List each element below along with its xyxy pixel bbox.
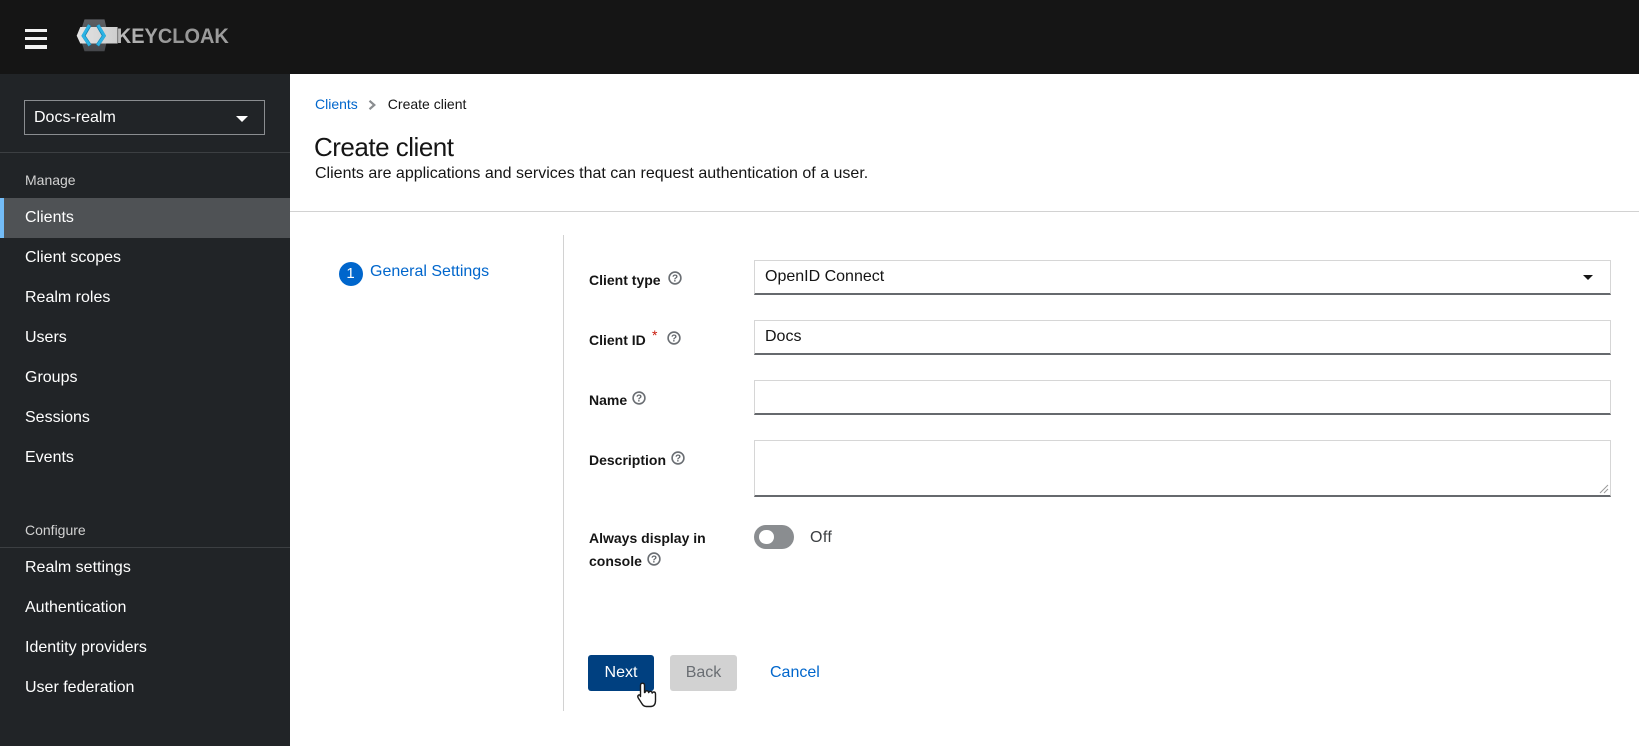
svg-text:?: ?	[672, 274, 678, 285]
svg-text:?: ?	[651, 555, 657, 566]
svg-text:?: ?	[675, 454, 681, 465]
svg-text:?: ?	[671, 334, 677, 345]
svg-text:KEYCLOAK: KEYCLOAK	[117, 25, 229, 48]
svg-text:?: ?	[636, 394, 642, 405]
